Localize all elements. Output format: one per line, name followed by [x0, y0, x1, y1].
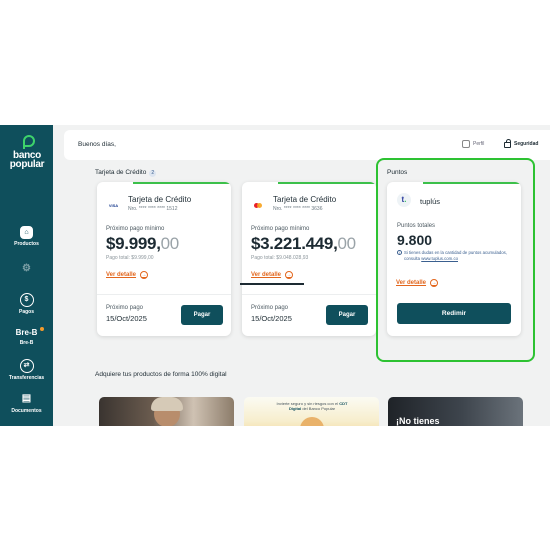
view-detail-label: Ver detalle: [396, 280, 427, 286]
sidebar-item-label: Productos: [14, 241, 39, 247]
next-payment-date: 15/Oct/2025: [106, 314, 147, 323]
banner-person-hair: [151, 397, 183, 411]
points-card[interactable]: t. tuplús Puntos totales 9.800 i Si tien…: [387, 182, 521, 336]
sidebar-item-bre-b[interactable]: Bre-B Bre-B: [0, 327, 53, 346]
sidebar-item-transferencias[interactable]: ⇄ Transferencias: [0, 359, 53, 381]
card-topline: [423, 182, 521, 184]
card-topline: [278, 182, 376, 184]
profile-label: Perfil: [473, 141, 485, 147]
sidebar-item-label: Pagos: [18, 309, 34, 315]
sidebar-item-productos[interactable]: ⌂ Productos: [0, 226, 53, 247]
home-icon: ⌂: [20, 226, 33, 239]
profile-icon: [462, 140, 470, 148]
lock-icon: [504, 139, 511, 148]
amount-decimals: 00: [160, 234, 180, 253]
next-payment-label: Próximo pago: [251, 305, 289, 311]
sidebar-item-documentos[interactable]: ▤ Documentos: [0, 392, 53, 414]
profile-button[interactable]: Perfil: [462, 140, 484, 148]
product-banner-cdt[interactable]: Invierte seguro y sin riesgos con el CDT…: [244, 397, 379, 426]
products-title: Adquiere tus productos de forma 100% dig…: [95, 371, 227, 378]
info-icon: i: [397, 250, 402, 255]
divider: [242, 294, 376, 295]
visa-logo: VISA: [108, 203, 119, 208]
redeem-button[interactable]: Redimir: [397, 303, 511, 324]
dollar-icon: $: [19, 293, 34, 307]
points-info-text: i Si tienes dudas en la cantidad de punt…: [397, 250, 515, 262]
banner-hand-image: [300, 417, 324, 426]
points-total-label: Puntos totales: [397, 223, 436, 229]
view-detail-link[interactable]: Ver detalle →: [106, 271, 149, 279]
view-detail-link[interactable]: Ver detalle →: [251, 271, 294, 279]
card-number: Nro. **** **** **** 3636: [273, 206, 323, 212]
sidebar-item-settings[interactable]: ⚙: [0, 262, 53, 278]
next-payment-label: Próximo pago: [106, 305, 144, 311]
sidebar-item-pagos[interactable]: $ Pagos: [0, 293, 53, 315]
bre-b-logo: Bre-B: [15, 327, 45, 338]
banco-popular-logo[interactable]: banco popular: [4, 135, 50, 170]
view-detail-label: Ver detalle: [251, 272, 282, 278]
app-window: banco popular ⌂ Productos ⚙ $ Pagos Bre-…: [0, 125, 550, 426]
arrow-right-icon: →: [285, 271, 294, 279]
credit-card-mastercard[interactable]: Tarjeta de Crédito Nro. **** **** **** 3…: [242, 182, 376, 336]
notification-dot: [40, 327, 45, 331]
arrow-right-icon: →: [140, 271, 149, 279]
transfer-icon: ⇄: [19, 359, 34, 373]
security-button[interactable]: Seguridad: [504, 139, 539, 148]
pay-button[interactable]: Pagar: [326, 305, 368, 325]
card-topline: [133, 182, 231, 184]
product-banner-3[interactable]: ¡No tienes: [388, 397, 523, 426]
total-payment: Pago total: $9.048.028,93: [251, 255, 309, 261]
divider: [97, 294, 231, 295]
credit-card-visa[interactable]: VISA Tarjeta de Crédito Nro. **** **** *…: [97, 182, 231, 336]
sidebar-item-label: Bre-B: [19, 340, 34, 346]
tuplus-website-link[interactable]: www.tuplus.com.co: [421, 256, 458, 261]
pay-button[interactable]: Pagar: [181, 305, 223, 325]
banner-cdt-text: Invierte seguro y sin riesgos con el CDT…: [272, 401, 352, 411]
sidebar-item-label: Transferencias: [8, 375, 45, 381]
total-payment: Pago total: $9.999,00: [106, 255, 154, 261]
credit-section-label: Tarjeta de Crédito: [95, 169, 147, 176]
logo-mark-icon: [20, 135, 35, 149]
top-header: Buenos días, Perfil Seguridad: [64, 130, 550, 160]
gear-icon: ⚙: [22, 263, 31, 274]
amount-integer: $3.221.449,: [251, 234, 338, 253]
selected-indicator: [240, 283, 304, 285]
min-payment-amount: $3.221.449,00: [251, 234, 356, 254]
amount-integer: $9.999,: [106, 234, 161, 253]
banner-text-c: del Banco Popular: [302, 406, 336, 411]
product-banner-1[interactable]: [99, 397, 234, 426]
count-badge: 2: [149, 170, 157, 177]
bre-b-logo-text: Bre-B: [15, 328, 38, 337]
card-name: Tarjeta de Crédito: [128, 195, 192, 204]
min-payment-label: Próximo pago mínimo: [251, 226, 310, 232]
min-payment-amount: $9.999,00: [106, 234, 179, 254]
card-number: Nro. **** **** **** 1512: [128, 206, 178, 212]
document-icon: ▤: [21, 393, 32, 404]
tuplus-brand: tuplús: [420, 197, 441, 206]
credit-section-title: Tarjeta de Crédito 2: [95, 169, 157, 177]
banner-headline: ¡No tienes: [396, 416, 440, 426]
points-total-value: 9.800: [397, 232, 433, 248]
next-payment-date: 15/Oct/2025: [251, 314, 292, 323]
logo-text-line2: popular: [9, 159, 45, 170]
mastercard-logo: [252, 201, 265, 210]
view-detail-link[interactable]: Ver detalle →: [396, 279, 439, 287]
sidebar: banco popular ⌂ Productos ⚙ $ Pagos Bre-…: [0, 125, 53, 426]
tuplus-logo: t.: [397, 193, 411, 207]
card-name: Tarjeta de Crédito: [273, 195, 337, 204]
arrow-right-icon: →: [430, 279, 439, 287]
greeting-text: Buenos días,: [78, 141, 116, 148]
min-payment-label: Próximo pago mínimo: [106, 226, 165, 232]
view-detail-label: Ver detalle: [106, 272, 137, 278]
security-label: Seguridad: [514, 141, 539, 147]
sidebar-item-label: Documentos: [11, 408, 42, 414]
amount-decimals: 00: [337, 234, 357, 253]
